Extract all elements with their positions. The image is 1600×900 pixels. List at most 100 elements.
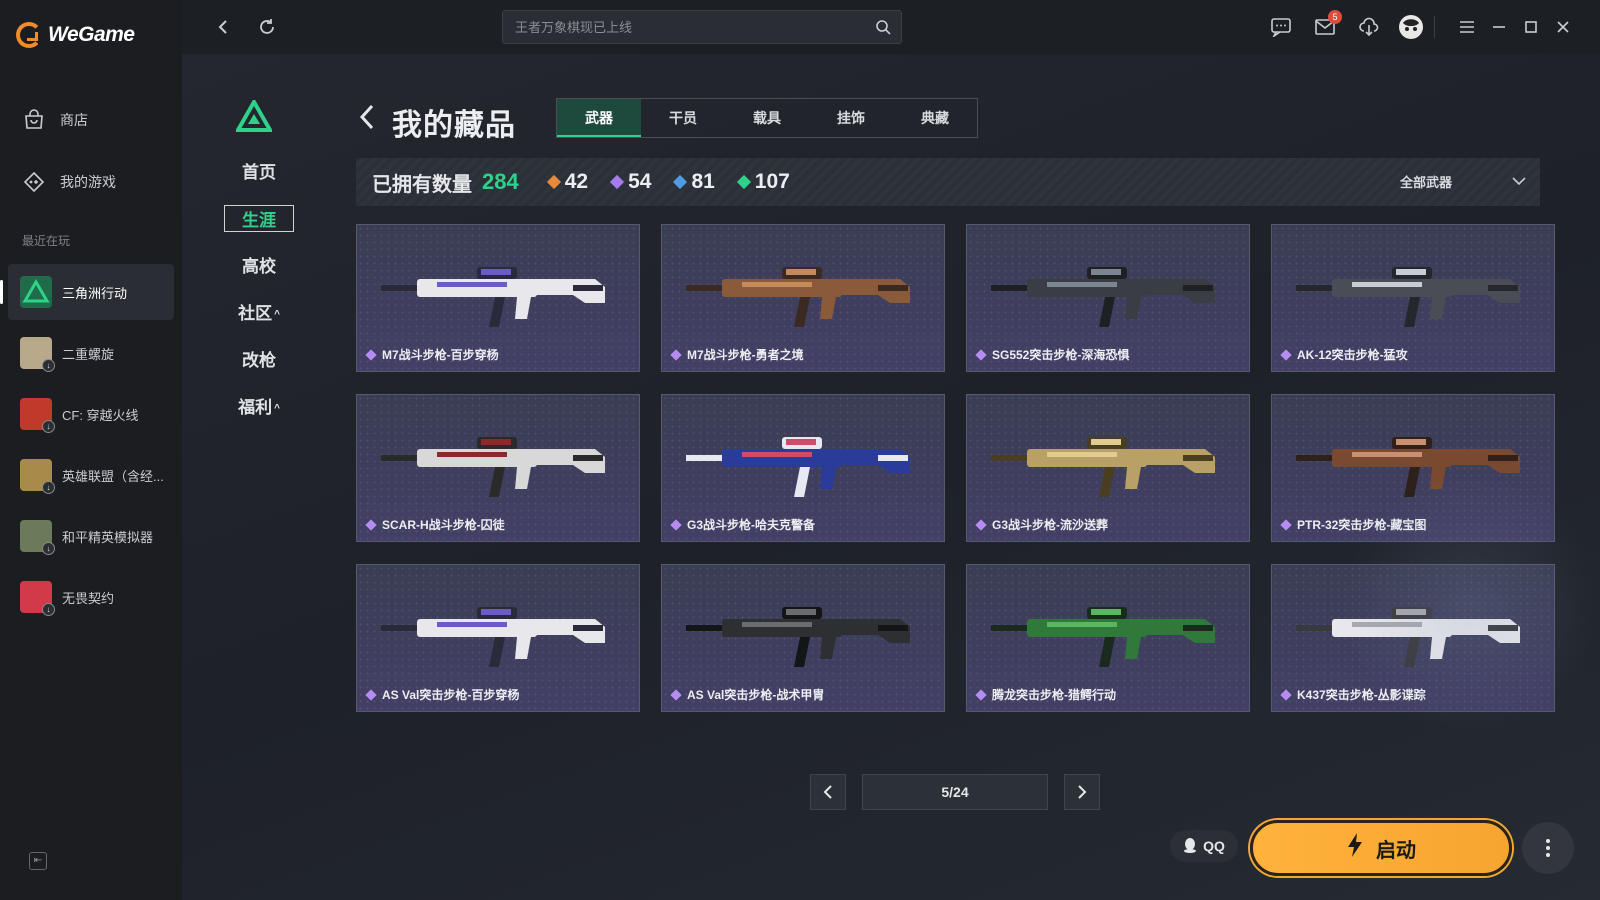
sidebar-item-label: 我的游戏	[60, 174, 116, 190]
weapon-card[interactable]: SCAR-H战斗步枪-囚徒	[356, 394, 640, 542]
search-input[interactable]	[515, 19, 855, 35]
weapon-card[interactable]: M7战斗步枪-勇者之境	[661, 224, 945, 372]
rarity-diamond-icon	[670, 688, 682, 701]
menu-icon[interactable]	[1454, 14, 1480, 40]
weapon-card[interactable]: AS Val突击步枪-战术甲胄	[661, 564, 945, 712]
weapon-card[interactable]: SG552突击步枪-深海恐惧	[966, 224, 1250, 372]
weapon-card[interactable]: G3战斗步枪-哈夫克警备	[661, 394, 945, 542]
subnav-label: 福利	[238, 398, 273, 417]
subnav-label: 改枪	[242, 351, 276, 370]
weapon-image	[991, 607, 1215, 667]
tab-1[interactable]: 武器	[557, 99, 641, 137]
start-game-button[interactable]: 启动	[1250, 820, 1512, 876]
subnav-item[interactable]: 改枪	[224, 346, 294, 371]
game-icon: ↓	[20, 459, 55, 494]
weapon-card[interactable]: AK-12突击步枪-猛攻	[1271, 224, 1555, 372]
refresh-icon[interactable]	[254, 14, 280, 40]
weapon-card[interactable]: 腾龙突击步枪-猎鳄行动	[966, 564, 1250, 712]
weapon-card[interactable]: AS Val突击步枪-百步穿杨	[356, 564, 640, 712]
rarity-diamond-icon	[975, 348, 987, 361]
download-badge-icon: ↓	[42, 359, 55, 372]
prev-page-button[interactable]	[810, 774, 846, 810]
tab-3[interactable]: 载具	[725, 99, 809, 137]
game-icon: ↓	[20, 581, 55, 616]
qq-button[interactable]: QQ	[1170, 830, 1238, 862]
weapon-card[interactable]: K437突击步枪-丛影谍踪	[1271, 564, 1555, 712]
more-options-button[interactable]	[1522, 822, 1574, 874]
subnav-item[interactable]: 社区 ^	[224, 299, 294, 324]
game-label: 二重螺旋	[62, 346, 115, 362]
subnav-label: 社区	[238, 304, 273, 323]
tab-5[interactable]: 典藏	[893, 99, 977, 137]
rarity-diamond-icon	[975, 688, 987, 701]
rarity-diamond-icon	[975, 518, 987, 531]
page-title: 我的藏品	[392, 109, 516, 142]
search-box[interactable]	[502, 10, 902, 44]
download-icon[interactable]	[1356, 14, 1382, 40]
recent-game-item[interactable]: 三角洲行动	[0, 264, 174, 320]
main-content: 首页 生涯 高校 社区 ^ 改枪 福利 ^ 我的藏品 武器 干员 载具 挂饰 典藏 已拥有数量 284…	[182, 54, 1600, 900]
minimize-icon[interactable]	[1486, 14, 1512, 40]
wegame-window: WeGame 商店 我的游戏 最近在玩 三角洲行动 ↓ 二重螺旋 ↓ CF: 穿越火线 ↓…	[0, 0, 1600, 900]
left-sidebar: WeGame 商店 我的游戏 最近在玩 三角洲行动 ↓ 二重螺旋 ↓ CF: 穿越火线 ↓…	[0, 0, 182, 900]
collection-stats-bar: 已拥有数量 284 42 54 81 107 全部武器	[356, 158, 1540, 206]
weapon-card[interactable]: M7战斗步枪-百步穿杨	[356, 224, 640, 372]
tab-2[interactable]: 干员	[641, 99, 725, 137]
weapon-image	[991, 437, 1215, 497]
maximize-icon[interactable]	[1518, 14, 1544, 40]
weapon-image	[381, 607, 605, 667]
wegame-logo[interactable]: WeGame	[16, 22, 135, 48]
weapon-name: SG552突击步枪-深海恐惧	[992, 348, 1130, 362]
weapon-name: G3战斗步枪-流沙送葬	[992, 518, 1109, 532]
mail-icon[interactable]: 5	[1312, 10, 1342, 40]
search-icon[interactable]	[875, 19, 891, 40]
app-name: WeGame	[48, 23, 135, 46]
rarity-diamond-icon	[1280, 518, 1292, 531]
weapon-label: AS Val突击步枪-百步穿杨	[365, 686, 519, 703]
collection-grid: M7战斗步枪-百步穿杨 M7战斗步枪-勇者之境 SG552突击步枪-深海恐惧 AK-1…	[356, 224, 1555, 712]
delta-force-logo-icon[interactable]	[234, 97, 274, 137]
rarity-diamond-icon	[546, 174, 561, 190]
chat-icon[interactable]	[1268, 14, 1294, 40]
page-back-icon[interactable]	[358, 104, 376, 135]
weapon-label: G3战斗步枪-流沙送葬	[975, 516, 1109, 533]
topbar-divider	[1434, 16, 1435, 38]
subnav-item[interactable]: 生涯	[224, 205, 294, 232]
recent-game-item[interactable]: ↓ CF: 穿越火线	[8, 386, 174, 442]
tier-count: 42	[564, 170, 589, 193]
weapon-name: 腾龙突击步枪-猎鳄行动	[992, 688, 1116, 702]
subnav-item[interactable]: 首页	[224, 158, 294, 183]
page-indicator: 5/24	[862, 774, 1048, 810]
store-icon	[22, 108, 46, 132]
sidebar-item-my-games[interactable]: 我的游戏	[22, 170, 116, 194]
weapon-name: AK-12突击步枪-猛攻	[1297, 348, 1408, 362]
download-badge-icon: ↓	[42, 603, 55, 616]
next-page-button[interactable]	[1064, 774, 1100, 810]
collapse-sidebar-icon[interactable]: ⇤	[29, 852, 47, 870]
tier-stat: 54	[610, 170, 651, 194]
rarity-diamond-icon	[365, 518, 377, 531]
weapon-label: M7战斗步枪-百步穿杨	[365, 346, 499, 363]
weapon-filter-dropdown[interactable]: 全部武器	[1400, 172, 1526, 191]
rarity-diamond-icon	[670, 348, 682, 361]
download-badge-icon: ↓	[42, 481, 55, 494]
qq-label: QQ	[1203, 838, 1225, 854]
back-icon[interactable]	[210, 14, 236, 40]
subnav-item[interactable]: 高校	[224, 252, 294, 277]
user-avatar[interactable]	[1398, 14, 1424, 40]
recent-game-item[interactable]: ↓ 英雄联盟（含经...	[8, 447, 174, 503]
weapon-name: M7战斗步枪-百步穿杨	[382, 348, 499, 362]
qq-penguin-icon	[1183, 837, 1197, 856]
weapon-label: M7战斗步枪-勇者之境	[670, 346, 804, 363]
weapon-card[interactable]: G3战斗步枪-流沙送葬	[966, 394, 1250, 542]
weapon-card[interactable]: PTR-32突击步枪-藏宝图	[1271, 394, 1555, 542]
sidebar-item-store[interactable]: 商店	[22, 108, 88, 132]
recent-game-item[interactable]: ↓ 二重螺旋	[8, 325, 174, 381]
mail-badge: 5	[1328, 10, 1342, 24]
close-icon[interactable]	[1550, 14, 1576, 40]
recent-game-item[interactable]: ↓ 无畏契约	[8, 569, 174, 625]
tab-4[interactable]: 挂饰	[809, 99, 893, 137]
recent-game-item[interactable]: ↓ 和平精英模拟器	[8, 508, 174, 564]
rarity-diamond-icon	[1280, 348, 1292, 361]
subnav-item[interactable]: 福利 ^	[224, 393, 294, 418]
